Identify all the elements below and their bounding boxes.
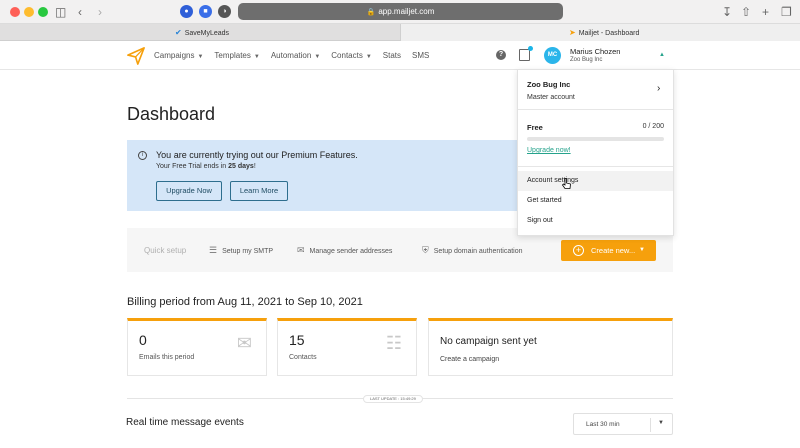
url-text: app.mailjet.com	[378, 7, 435, 16]
sender-icon: ✉	[297, 245, 305, 255]
chevron-down-icon: ▼	[253, 54, 260, 60]
period-select[interactable]: Last 30 min ▼	[573, 413, 673, 435]
lock-icon: 🔒	[366, 9, 376, 16]
plan-usage-count: 0 / 200	[642, 123, 664, 130]
tab-label: SaveMyLeads	[184, 30, 230, 37]
tab-savemyleads[interactable]: ✔ SaveMyLeads	[0, 24, 400, 41]
chevron-down-icon: ▼	[314, 54, 321, 60]
account-name: Zoo Bug Inc	[527, 80, 571, 89]
hand-cursor-icon	[562, 178, 571, 189]
account-switcher[interactable]: Zoo Bug Inc Master account ›	[518, 70, 673, 110]
tab-label: Mailjet - Dashboard	[578, 30, 640, 37]
emails-stat-card: 0 Emails this period ✉	[127, 318, 267, 376]
sliders-icon: ☰	[209, 245, 218, 255]
back-icon[interactable]: ‹	[78, 4, 82, 20]
sign-out-item[interactable]: Sign out	[518, 211, 673, 231]
get-started-item[interactable]: Get started	[518, 191, 673, 211]
trial-title: You are currently trying out our Premium…	[156, 150, 358, 160]
period-value: Last 30 min	[586, 421, 620, 428]
nav-contacts[interactable]: Contacts ▼	[331, 51, 372, 60]
account-settings-item[interactable]: Account settings	[518, 171, 673, 191]
nav-automation[interactable]: Automation ▼	[271, 51, 320, 60]
new-tab-icon[interactable]: +	[762, 4, 769, 20]
plan-usage-bar	[527, 137, 664, 141]
minimize-window-button[interactable]	[24, 7, 34, 17]
learn-more-button[interactable]: Learn More	[230, 181, 288, 201]
chevron-down-icon: ▼	[639, 247, 645, 253]
app-header: Campaigns ▼ Templates ▼ Automation ▼ Contac…	[0, 41, 800, 70]
extension-contrast-icon[interactable]: ◑	[218, 5, 231, 18]
user-company[interactable]: Zoo Bug Inc	[570, 57, 602, 63]
nav-stats[interactable]: Stats	[383, 51, 401, 60]
contacts-stat-card[interactable]: 15 Contacts ☷	[277, 318, 417, 376]
address-bar[interactable]: 🔒 app.mailjet.com	[238, 3, 563, 20]
billing-period-title: Billing period from Aug 11, 2021 to Sep …	[127, 296, 363, 308]
no-campaign-title: No campaign sent yet	[440, 336, 537, 347]
info-icon: i	[138, 151, 147, 160]
account-dropdown: Zoo Bug Inc Master account › Free 0 / 20…	[517, 69, 674, 236]
last-update-badge: LAST UPDATE : 15:49:29	[363, 395, 423, 403]
paper-plane-icon: ➤	[569, 28, 576, 37]
plan-section: Free 0 / 200 Upgrade now!	[518, 110, 673, 167]
domain-auth-link[interactable]: ⛨ Setup domain authentication	[422, 245, 523, 256]
sidebar-toggle-icon[interactable]: ◫	[55, 4, 66, 20]
nav-sms[interactable]: SMS	[412, 51, 429, 60]
mailjet-logo-icon[interactable]	[127, 47, 145, 65]
nav-campaigns[interactable]: Campaigns ▼	[154, 51, 203, 60]
setup-smtp-link[interactable]: ☰ Setup my SMTP	[209, 245, 273, 256]
maximize-window-button[interactable]	[38, 7, 48, 17]
chevron-down-icon: ▼	[365, 54, 372, 60]
address-book-icon: ☷	[385, 333, 402, 353]
help-icon[interactable]: ?	[496, 50, 506, 60]
chevron-down-icon: ▼	[197, 54, 204, 60]
notification-dot	[528, 46, 533, 51]
realtime-events-title: Real time message events	[126, 417, 244, 428]
upgrade-now-link[interactable]: Upgrade now!	[527, 147, 571, 154]
chevron-right-icon: ›	[657, 83, 661, 94]
avatar[interactable]: MC	[544, 47, 561, 64]
trial-banner: i You are currently trying out our Premi…	[127, 140, 543, 211]
quick-setup-label: Quick setup	[144, 246, 187, 255]
envelope-check-icon: ✉	[236, 333, 252, 353]
emails-value: 0	[139, 332, 147, 348]
user-name[interactable]: Marius Chozen	[570, 47, 620, 56]
extension-privacy-icon[interactable]: ■	[199, 5, 212, 18]
divider	[650, 418, 651, 432]
shield-icon: ⛨	[422, 245, 429, 255]
campaign-card: No campaign sent yet Create a campaign	[428, 318, 673, 376]
forward-icon[interactable]: ›	[98, 4, 102, 20]
tab-overview-icon[interactable]: ❐	[781, 4, 792, 20]
close-window-button[interactable]	[10, 7, 20, 17]
trial-subtitle: Your Free Trial ends in 25 days!	[156, 163, 256, 170]
upgrade-now-button[interactable]: Upgrade Now	[156, 181, 222, 201]
main-nav: Campaigns ▼ Templates ▼ Automation ▼ Contac…	[154, 41, 440, 70]
plus-icon: +	[573, 245, 584, 256]
nav-templates[interactable]: Templates ▼	[214, 51, 259, 60]
page-title: Dashboard	[127, 104, 216, 124]
plan-name: Free	[527, 123, 543, 132]
account-type: Master account	[527, 94, 575, 101]
checkmark-icon: ✔	[175, 28, 182, 37]
share-icon[interactable]: ⇧	[741, 4, 751, 20]
download-icon[interactable]: ↧	[722, 4, 732, 20]
chevron-down-icon: ▼	[658, 420, 664, 426]
newsfeed-icon[interactable]	[519, 49, 530, 61]
extension-shield-icon[interactable]: ●	[180, 5, 193, 18]
create-new-button[interactable]: + Create new... ▼	[561, 240, 656, 261]
emails-label: Emails this period	[139, 354, 195, 361]
contacts-value: 15	[289, 332, 305, 348]
create-campaign-link[interactable]: Create a campaign	[440, 356, 499, 363]
browser-toolbar: ◫ ‹ › ● ■ ◑ 🔒 app.mailjet.com ↧ ⇧ + ❐	[0, 0, 800, 24]
manage-senders-link[interactable]: ✉ Manage sender addresses	[297, 245, 392, 256]
tab-bar: ✔ SaveMyLeads ➤ Mailjet - Dashboard	[0, 24, 800, 41]
chevron-up-icon[interactable]: ▲	[659, 52, 665, 58]
tab-mailjet[interactable]: ➤ Mailjet - Dashboard	[400, 24, 800, 41]
contacts-label: Contacts	[289, 354, 317, 361]
